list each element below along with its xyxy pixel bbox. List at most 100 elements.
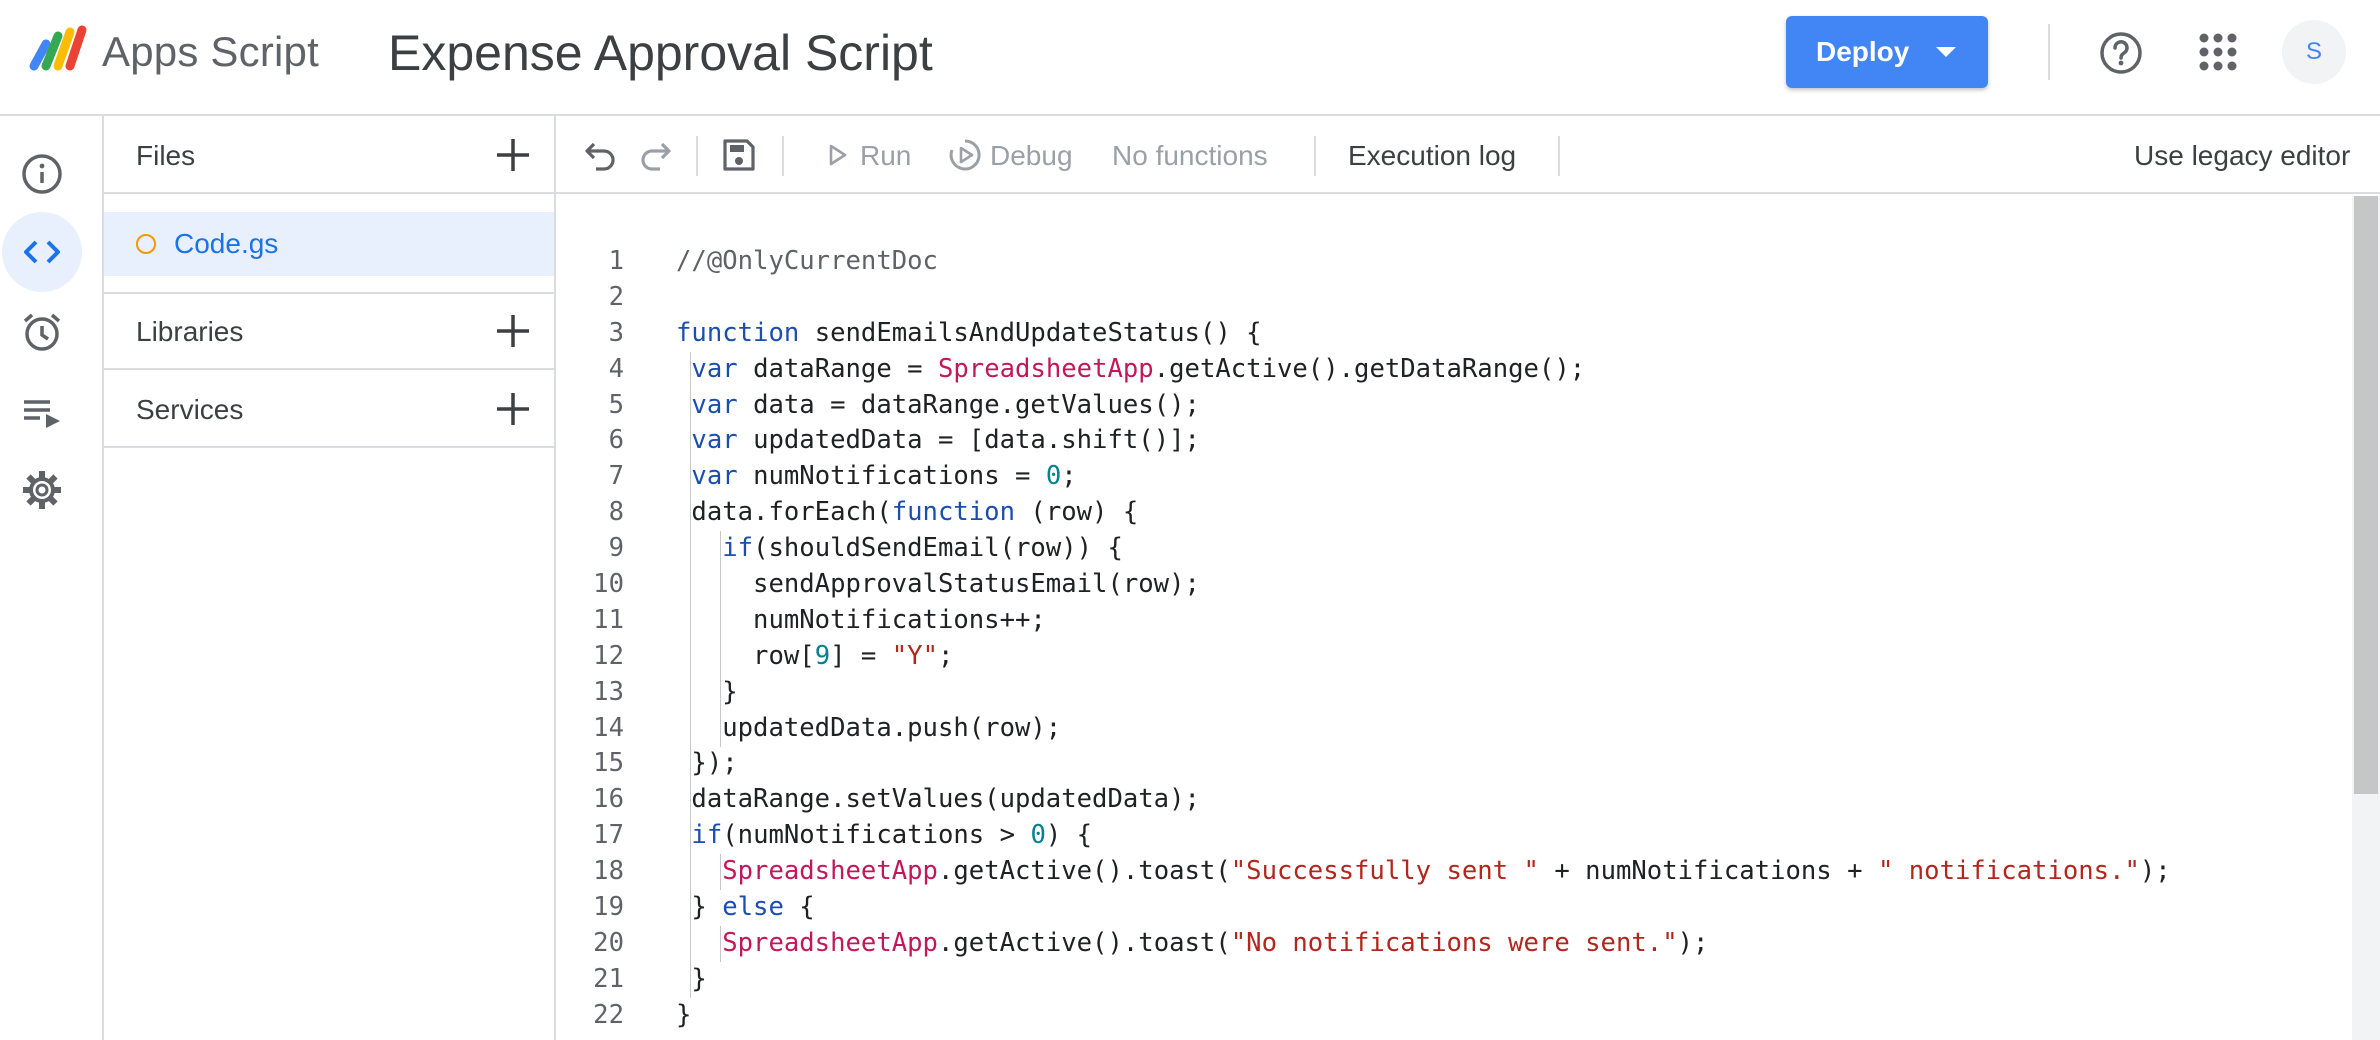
add-service-icon[interactable]: [494, 390, 532, 428]
caret-down-icon[interactable]: [1934, 44, 1958, 60]
nav-editor[interactable]: [2, 212, 82, 292]
undo-icon[interactable]: [582, 136, 620, 174]
code-token: {: [783, 892, 815, 923]
code-token: (shouldSendEmail(row)) {: [753, 533, 1123, 564]
nav-overview[interactable]: [2, 134, 82, 214]
file-item-code-gs[interactable]: Code.gs: [104, 212, 554, 276]
code-line[interactable]: 8 data.forEach(function (row) {: [556, 495, 2346, 531]
google-apps-grid-icon[interactable]: [2198, 32, 2238, 72]
code-token: " notifications.": [1877, 856, 2140, 887]
nav-executions[interactable]: [2, 372, 82, 452]
line-number: 9: [608, 533, 624, 564]
toolbar-divider: [696, 136, 698, 176]
redo-icon[interactable]: [636, 136, 674, 174]
editor-scrollbar[interactable]: [2352, 196, 2380, 1040]
line-number: 6: [608, 425, 624, 456]
code-line[interactable]: 6 var updatedData = [data.shift()];: [556, 423, 2346, 459]
services-heading: Services: [136, 394, 244, 425]
project-title[interactable]: Expense Approval Script: [388, 24, 933, 82]
indent-guide: [720, 854, 721, 891]
line-number: 8: [608, 497, 624, 528]
execution-log-button[interactable]: Execution log: [1348, 140, 1516, 172]
line-number: 3: [608, 317, 624, 348]
product-name[interactable]: Apps Script: [102, 28, 319, 76]
code-line[interactable]: 17 if(numNotifications > 0) {: [556, 818, 2346, 854]
line-number: 20: [593, 927, 624, 958]
deploy-button[interactable]: Deploy: [1786, 16, 1988, 88]
add-file-icon[interactable]: [494, 136, 532, 174]
code-line[interactable]: 11 numNotifications++;: [556, 603, 2346, 639]
code-icon: [24, 240, 60, 264]
code-line[interactable]: 5 var data = dataRange.getValues();: [556, 388, 2346, 424]
code-token: updatedData = [data.shift()];: [737, 425, 1200, 456]
apps-script-logo[interactable]: [24, 22, 90, 76]
line-content: }: [676, 675, 737, 711]
line-content: } else {: [676, 890, 815, 926]
code-line[interactable]: 7 var numNotifications = 0;: [556, 459, 2346, 495]
nav-settings[interactable]: [2, 450, 82, 530]
code-token: updatedData.push(row);: [676, 712, 1062, 743]
code-token: //@OnlyCurrentDoc: [676, 246, 938, 276]
code-line[interactable]: 19 } else {: [556, 890, 2346, 926]
indent-guide: [720, 531, 721, 747]
line-number: 10: [593, 569, 624, 600]
code-line[interactable]: 16 dataRange.setValues(updatedData);: [556, 782, 2346, 818]
code-token: dataRange =: [737, 353, 938, 384]
add-library-icon[interactable]: [494, 312, 532, 350]
code-line[interactable]: 13 }: [556, 675, 2346, 711]
code-line[interactable]: 9 if(shouldSendEmail(row)) {: [556, 531, 2346, 567]
code-lines[interactable]: 1 //@OnlyCurrentDoc 2 3 function sendEmailsA…: [556, 244, 2346, 1034]
code-line[interactable]: 1 //@OnlyCurrentDoc: [556, 244, 2346, 280]
line-number: 7: [608, 461, 624, 492]
code-line[interactable]: 12 row[9] = "Y";: [556, 639, 2346, 675]
code-line[interactable]: 2: [556, 280, 2346, 316]
nav-triggers[interactable]: [2, 292, 82, 372]
use-legacy-editor-button[interactable]: Use legacy editor: [2134, 140, 2350, 172]
account-avatar[interactable]: S: [2282, 20, 2346, 84]
code-token: sendApprovalStatusEmail(row);: [676, 569, 1200, 600]
line-content: if(shouldSendEmail(row)) {: [676, 531, 1123, 567]
line-number: 22: [593, 999, 624, 1030]
code-token: "Successfully sent ": [1230, 856, 1539, 887]
line-number: 14: [593, 712, 624, 743]
line-number: 4: [608, 353, 624, 384]
code-line[interactable]: 14 updatedData.push(row);: [556, 711, 2346, 747]
help-circle-icon[interactable]: [2098, 30, 2144, 76]
code-line[interactable]: 21 }: [556, 962, 2346, 998]
code-line[interactable]: 18 SpreadsheetApp.getActive().toast("Suc…: [556, 854, 2346, 890]
code-line[interactable]: 15 });: [556, 746, 2346, 782]
play-icon[interactable]: [820, 138, 854, 172]
code-token: dataRange.setValues(updatedData);: [676, 784, 1200, 815]
scrollbar-thumb[interactable]: [2354, 196, 2378, 794]
save-icon[interactable]: [720, 136, 758, 174]
function-select[interactable]: No functions: [1112, 140, 1268, 172]
code-token: numNotifications =: [737, 461, 1046, 492]
code-token: var: [691, 353, 738, 384]
code-line[interactable]: 3 function sendEmailsAndUpdateStatus() {: [556, 316, 2346, 352]
line-content: dataRange.setValues(updatedData);: [676, 782, 1200, 818]
code-token: sendEmailsAndUpdateStatus() {: [799, 317, 1262, 348]
run-button[interactable]: Run: [860, 140, 911, 172]
files-heading: Files: [136, 140, 196, 171]
nav-rail: [0, 116, 104, 1040]
deploy-label: Deploy: [1816, 36, 1910, 67]
indent-guide: [720, 926, 721, 962]
debug-button[interactable]: Debug: [990, 140, 1073, 172]
code-line[interactable]: 4 var dataRange = SpreadsheetApp.getActi…: [556, 352, 2346, 388]
code-token: "No notifications were sent.": [1230, 927, 1678, 958]
code-editor[interactable]: 1 //@OnlyCurrentDoc 2 3 function sendEmailsA…: [556, 196, 2380, 1040]
line-content: var data = dataRange.getValues();: [676, 388, 1200, 424]
line-content: var numNotifications = 0;: [676, 459, 1076, 495]
alarm-clock-icon: [23, 313, 61, 351]
code-line[interactable]: 22}: [556, 998, 2346, 1034]
toolbar-divider: [1558, 136, 1560, 176]
code-token: row[: [676, 640, 815, 671]
code-line[interactable]: 20 SpreadsheetApp.getActive().toast("No …: [556, 926, 2346, 962]
code-line[interactable]: 10 sendApprovalStatusEmail(row);: [556, 567, 2346, 603]
line-content: numNotifications++;: [676, 603, 1046, 639]
header-divider: [2048, 24, 2050, 80]
debug-icon[interactable]: [946, 136, 984, 174]
code-token: var: [691, 461, 738, 492]
unsaved-dot-icon: [136, 234, 156, 254]
code-token: var: [691, 389, 738, 420]
